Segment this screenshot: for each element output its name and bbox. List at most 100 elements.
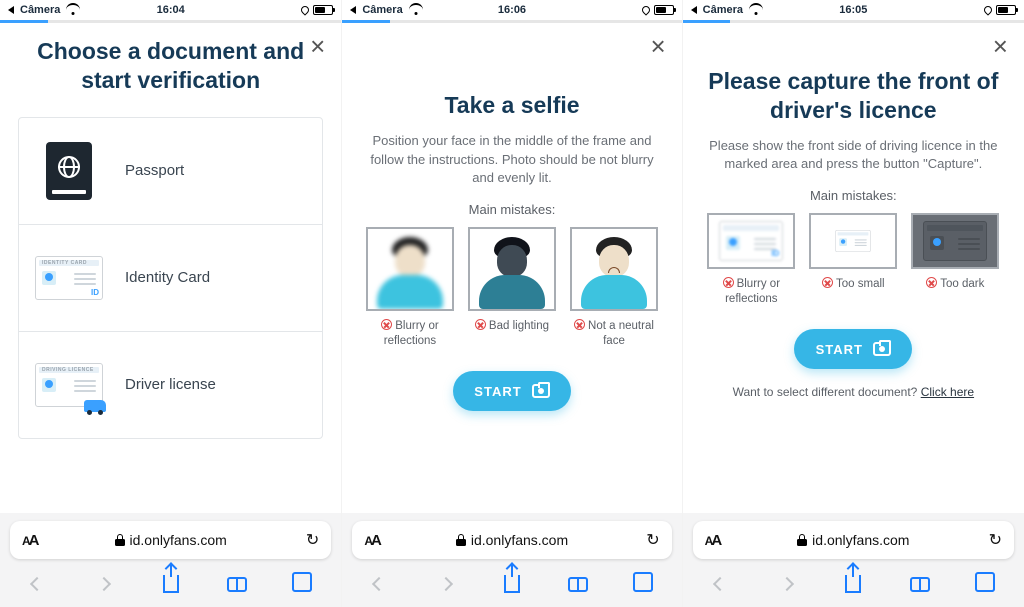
share-button[interactable] (840, 571, 866, 597)
url-text: id.onlyfans.com (812, 532, 909, 548)
safari-toolbar (342, 565, 681, 607)
text-size-button[interactable]: AA (705, 532, 721, 549)
change-document-prompt: Want to select different document? Click… (701, 385, 1006, 399)
example-thumbnail (809, 213, 897, 269)
lock-icon (456, 534, 466, 546)
safari-toolbar (0, 565, 341, 607)
mistake-examples: Blurry or reflections Bad lighting Not a… (360, 227, 663, 349)
identity-card-icon: IDENTITY CARD ID (33, 251, 105, 305)
share-button[interactable] (499, 571, 525, 597)
document-option-driver-license[interactable]: DRIVING LICENCE Driver license (19, 332, 322, 438)
battery-icon (313, 5, 333, 15)
document-option-identity-card[interactable]: IDENTITY CARD ID Identity Card (19, 225, 322, 332)
document-option-label: Driver license (125, 376, 216, 393)
reload-icon[interactable]: ↻ (306, 530, 319, 550)
mistake-tile-blurry: ID Blurry or reflections (707, 213, 795, 307)
change-document-link[interactable]: Click here (921, 385, 974, 399)
location-icon (300, 4, 311, 15)
back-to-app-icon[interactable] (691, 6, 697, 14)
safari-chrome: AA id.onlyfans.com ↻ (342, 513, 681, 607)
driver-license-icon: DRIVING LICENCE (33, 358, 105, 412)
tabs-button[interactable] (632, 571, 658, 597)
url-text: id.onlyfans.com (471, 532, 568, 548)
document-option-passport[interactable]: Passport (19, 118, 322, 225)
phone-screen-capture-driver-license: Câmera 16:05 × Please capture the front … (683, 0, 1024, 607)
safari-toolbar (683, 565, 1024, 607)
document-type-list: Passport IDENTITY CARD ID Identity Card (18, 117, 323, 439)
reload-icon[interactable]: ↻ (646, 530, 659, 550)
back-to-app-label[interactable]: Câmera (362, 4, 402, 16)
reload-icon[interactable]: ↻ (989, 530, 1002, 550)
nav-forward-button[interactable] (91, 571, 117, 597)
page-title: Take a selfie (360, 91, 663, 120)
start-button-label: START (474, 384, 521, 399)
camera-icon (532, 384, 550, 398)
share-button[interactable] (158, 571, 184, 597)
tabs-button[interactable] (291, 571, 317, 597)
address-bar[interactable]: AA id.onlyfans.com ↻ (352, 521, 671, 559)
mistakes-heading: Main mistakes: (360, 202, 663, 217)
back-to-app-label[interactable]: Câmera (703, 4, 743, 16)
lock-icon (115, 534, 125, 546)
camera-icon (873, 342, 891, 356)
start-capture-button[interactable]: START (794, 329, 912, 369)
error-icon (926, 277, 937, 288)
close-icon[interactable]: × (650, 33, 665, 59)
bookmarks-button[interactable] (907, 571, 933, 597)
back-to-app-icon[interactable] (8, 6, 14, 14)
instruction-text: Position your face in the middle of the … (360, 132, 663, 189)
mistake-tile-too-small: Too small (809, 213, 897, 307)
nav-back-button[interactable] (366, 571, 392, 597)
status-bar: Câmera 16:04 (0, 0, 341, 20)
close-icon[interactable]: × (310, 33, 325, 59)
status-bar: Câmera 16:05 (683, 0, 1024, 20)
back-to-app-label[interactable]: Câmera (20, 4, 60, 16)
mistake-caption: Too small (836, 278, 885, 290)
start-button-label: START (816, 342, 863, 357)
text-size-button[interactable]: AA (22, 532, 38, 549)
three-phone-screenshots: Câmera 16:04 × Choose a document and sta… (0, 0, 1024, 607)
bookmarks-button[interactable] (224, 571, 250, 597)
address-bar[interactable]: AA id.onlyfans.com ↻ (10, 521, 331, 559)
mistake-tile-blurry: Blurry or reflections (366, 227, 454, 349)
mistake-tile-bad-lighting: Bad lighting (468, 227, 556, 349)
mistake-caption: Bad lighting (489, 320, 549, 332)
safari-chrome: AA id.onlyfans.com ↻ (0, 513, 341, 607)
page-title: Choose a document and start verification (18, 37, 323, 95)
nav-forward-button[interactable] (433, 571, 459, 597)
bookmarks-button[interactable] (565, 571, 591, 597)
close-icon[interactable]: × (993, 33, 1008, 59)
safari-chrome: AA id.onlyfans.com ↻ (683, 513, 1024, 607)
nav-forward-button[interactable] (774, 571, 800, 597)
status-bar: Câmera 16:06 (342, 0, 681, 20)
mistake-tile-too-dark: Too dark (911, 213, 999, 307)
page-title: Please capture the front of driver's lic… (701, 67, 1006, 125)
start-capture-button[interactable]: START (453, 371, 571, 411)
text-size-button[interactable]: AA (364, 532, 380, 549)
location-icon (982, 4, 993, 15)
wifi-icon (409, 5, 423, 15)
location-icon (640, 4, 651, 15)
address-bar[interactable]: AA id.onlyfans.com ↻ (693, 521, 1014, 559)
clock: 16:06 (498, 4, 526, 16)
mistake-caption: Not a neutral face (588, 320, 654, 347)
nav-back-button[interactable] (24, 571, 50, 597)
mistake-tile-not-neutral: Not a neutral face (570, 227, 658, 349)
example-thumbnail (570, 227, 658, 311)
document-option-label: Passport (125, 162, 184, 179)
lock-icon (797, 534, 807, 546)
battery-icon (654, 5, 674, 15)
error-icon (475, 319, 486, 330)
nav-back-button[interactable] (707, 571, 733, 597)
wifi-icon (749, 5, 763, 15)
back-to-app-icon[interactable] (350, 6, 356, 14)
tabs-button[interactable] (974, 571, 1000, 597)
url-text: id.onlyfans.com (130, 532, 227, 548)
example-thumbnail (911, 213, 999, 269)
error-icon (723, 277, 734, 288)
example-thumbnail (366, 227, 454, 311)
example-thumbnail: ID (707, 213, 795, 269)
phone-screen-take-selfie: Câmera 16:06 × Take a selfie Position yo… (341, 0, 682, 607)
mistakes-heading: Main mistakes: (701, 188, 1006, 203)
wifi-icon (66, 5, 80, 15)
